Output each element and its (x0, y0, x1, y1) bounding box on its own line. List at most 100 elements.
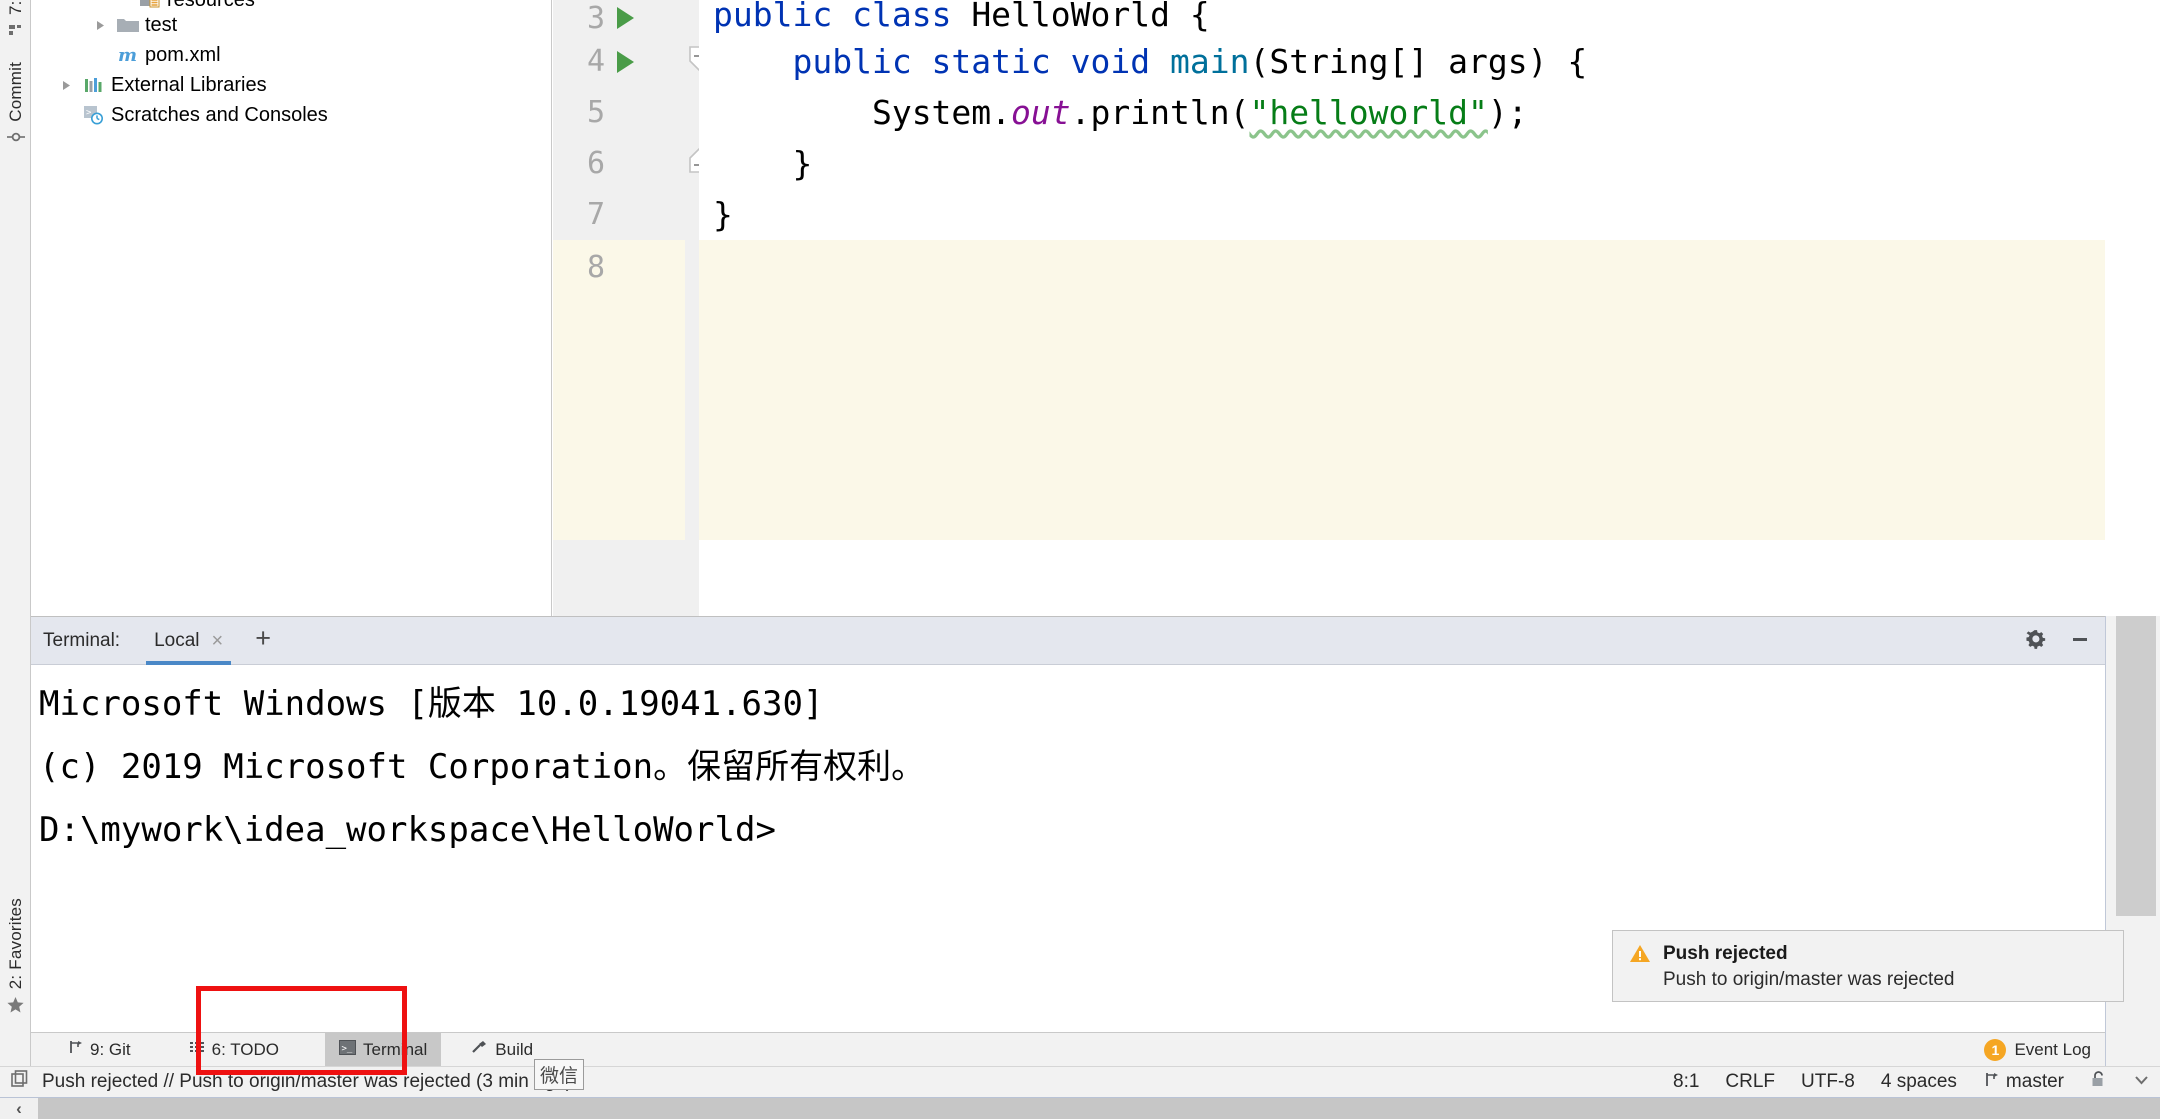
line-number: 3 (553, 1, 605, 36)
terminal-tab-local-label: Local (154, 630, 199, 652)
terminal-line: (c) 2019 Microsoft Corporation。保留所有权利。 (39, 736, 2105, 799)
bottom-tool-tab-bar: 9: Git 6: TODO >_ Te (31, 1032, 2105, 1066)
code-token-brace: } (713, 195, 733, 234)
line-number: 6 (553, 146, 605, 181)
code-token-keyword: public static void (792, 42, 1150, 81)
wechat-overlay-chip[interactable]: 微信 (534, 1059, 584, 1090)
outer-horizontal-scrollbar[interactable]: ‹ (0, 1097, 2160, 1119)
svg-text:>_: >_ (342, 1044, 353, 1054)
tree-item-pom-xml-label: pom.xml (143, 44, 221, 67)
right-rail-thumb[interactable] (2116, 616, 2156, 916)
sidebar-tab-structure[interactable]: 7: S (0, 0, 31, 43)
terminal-header: Terminal: Local × + (31, 617, 2105, 665)
gutter-line: 4 (553, 36, 685, 87)
tree-item-resources[interactable]: resources (31, 0, 551, 10)
tree-item-test-label: test (143, 14, 177, 37)
gutter-line: 5 (553, 87, 685, 138)
code-line-3: public class HelloWorld { (699, 0, 2105, 36)
outer-scrollbar-thumb[interactable] (38, 1098, 2160, 1119)
line-number: 7 (553, 197, 605, 232)
line-number: 5 (553, 95, 605, 130)
terminal-header-actions (2025, 617, 2091, 665)
terminal-prompt-line: D:\mywork\idea_workspace\HelloWorld> (39, 799, 2105, 862)
code-editor[interactable]: 3 4 5 6 7 8 (553, 0, 2105, 616)
notification-text: Push rejected Push to origin/master was … (1663, 943, 1954, 989)
code-token-classname: HelloWorld { (971, 0, 1209, 34)
terminal-tab-local[interactable]: Local × (146, 617, 231, 665)
status-message-area[interactable]: Push rejected // Push to origin/master w… (10, 1069, 572, 1095)
editor-fold-rail[interactable] (685, 0, 699, 616)
bottom-tab-todo-label: 6: TODO (212, 1040, 279, 1060)
sidebar-tab-favorites[interactable]: 2: Favorites (0, 898, 31, 1019)
bottom-tab-todo[interactable]: 6: TODO (175, 1033, 293, 1067)
tree-item-external-libraries[interactable]: External Libraries (31, 70, 551, 100)
line-number: 8 (553, 250, 605, 285)
sidebar-tab-commit[interactable]: Commit (0, 62, 31, 150)
maven-icon: m (113, 44, 143, 66)
gear-icon[interactable] (2025, 628, 2047, 655)
editor-code-area[interactable]: public class HelloWorld { public static … (699, 0, 2105, 616)
code-token-method: main (1170, 42, 1249, 81)
chevron-left-icon[interactable]: ‹ (0, 1099, 38, 1119)
bottom-tab-git[interactable]: 9: Git (53, 1033, 145, 1067)
code-token-system: System. (872, 93, 1011, 132)
terminal-icon: >_ (339, 1040, 356, 1060)
project-tree-panel[interactable]: resources test m pom.xml (31, 0, 552, 616)
code-token-string: "helloworld" (1249, 93, 1487, 132)
notification-title: Push rejected (1663, 943, 1954, 965)
bottom-tab-build-label: Build (495, 1040, 533, 1060)
lock-icon[interactable] (2090, 1070, 2107, 1094)
folder-icon (113, 15, 143, 35)
close-icon[interactable]: × (212, 631, 224, 651)
code-token-keyword: public (713, 0, 832, 34)
sidebar-tab-favorites-label: 2: Favorites (6, 898, 26, 989)
hammer-icon (471, 1039, 488, 1060)
commit-icon (7, 129, 25, 150)
line-number: 4 (553, 44, 605, 79)
star-icon (6, 996, 25, 1019)
minimize-icon[interactable] (2069, 628, 2091, 655)
event-log-button[interactable]: 1 Event Log (1984, 1033, 2091, 1067)
git-branch-name: master (2006, 1071, 2064, 1093)
copy-icon (10, 1069, 30, 1095)
event-log-label: Event Log (2014, 1040, 2091, 1060)
sidebar-tab-structure-label: 7: S (6, 0, 26, 15)
add-terminal-tab-button[interactable]: + (255, 625, 271, 656)
notification-balloon[interactable]: Push rejected Push to origin/master was … (1612, 930, 2124, 1002)
tree-item-scratches-and-consoles[interactable]: > Scratches and Consoles (31, 100, 551, 130)
terminal-right-rail (2105, 616, 2160, 1097)
library-icon (79, 75, 109, 95)
gutter-line-current: 8 (553, 240, 685, 540)
code-token-semicolon: ); (1488, 93, 1528, 132)
chevron-right-icon[interactable] (53, 80, 79, 91)
code-line-6: } (699, 138, 2105, 189)
chevron-right-icon[interactable] (87, 20, 113, 31)
code-line-7: } (699, 189, 2105, 240)
code-token-field: out (1011, 93, 1071, 132)
sidebar-tab-commit-label: Commit (6, 62, 26, 122)
caret-position[interactable]: 8:1 (1673, 1071, 1699, 1093)
svg-text:>: > (86, 108, 92, 118)
file-encoding[interactable]: UTF-8 (1801, 1071, 1855, 1093)
indent-size[interactable]: 4 spaces (1881, 1071, 1957, 1093)
gutter-line: 7 (553, 189, 685, 240)
warning-icon (1629, 943, 1651, 989)
tab-active-underline (146, 661, 231, 665)
bottom-tab-terminal[interactable]: >_ Terminal (325, 1033, 441, 1067)
scratches-icon: > (79, 104, 109, 126)
run-gutter-icon[interactable] (617, 7, 634, 29)
tree-item-pom-xml[interactable]: m pom.xml (31, 40, 551, 70)
gutter-line: 3 (553, 0, 685, 36)
left-tool-strip: 7: S Commit 2: Favorites (0, 0, 31, 1080)
code-token-println: .println( (1071, 93, 1250, 132)
editor-gutter[interactable]: 3 4 5 6 7 8 (553, 0, 685, 616)
resources-folder-icon (135, 0, 165, 10)
structure-icon (8, 22, 24, 43)
tree-item-test[interactable]: test (31, 10, 551, 40)
git-branch-widget[interactable]: master (1983, 1071, 2064, 1094)
line-separator[interactable]: CRLF (1725, 1071, 1775, 1093)
terminal-line: Microsoft Windows [版本 10.0.19041.630] (39, 673, 2105, 736)
chevron-down-icon[interactable] (2133, 1071, 2150, 1094)
notification-message: Push to origin/master was rejected (1663, 969, 1954, 991)
run-gutter-icon[interactable] (617, 51, 634, 73)
